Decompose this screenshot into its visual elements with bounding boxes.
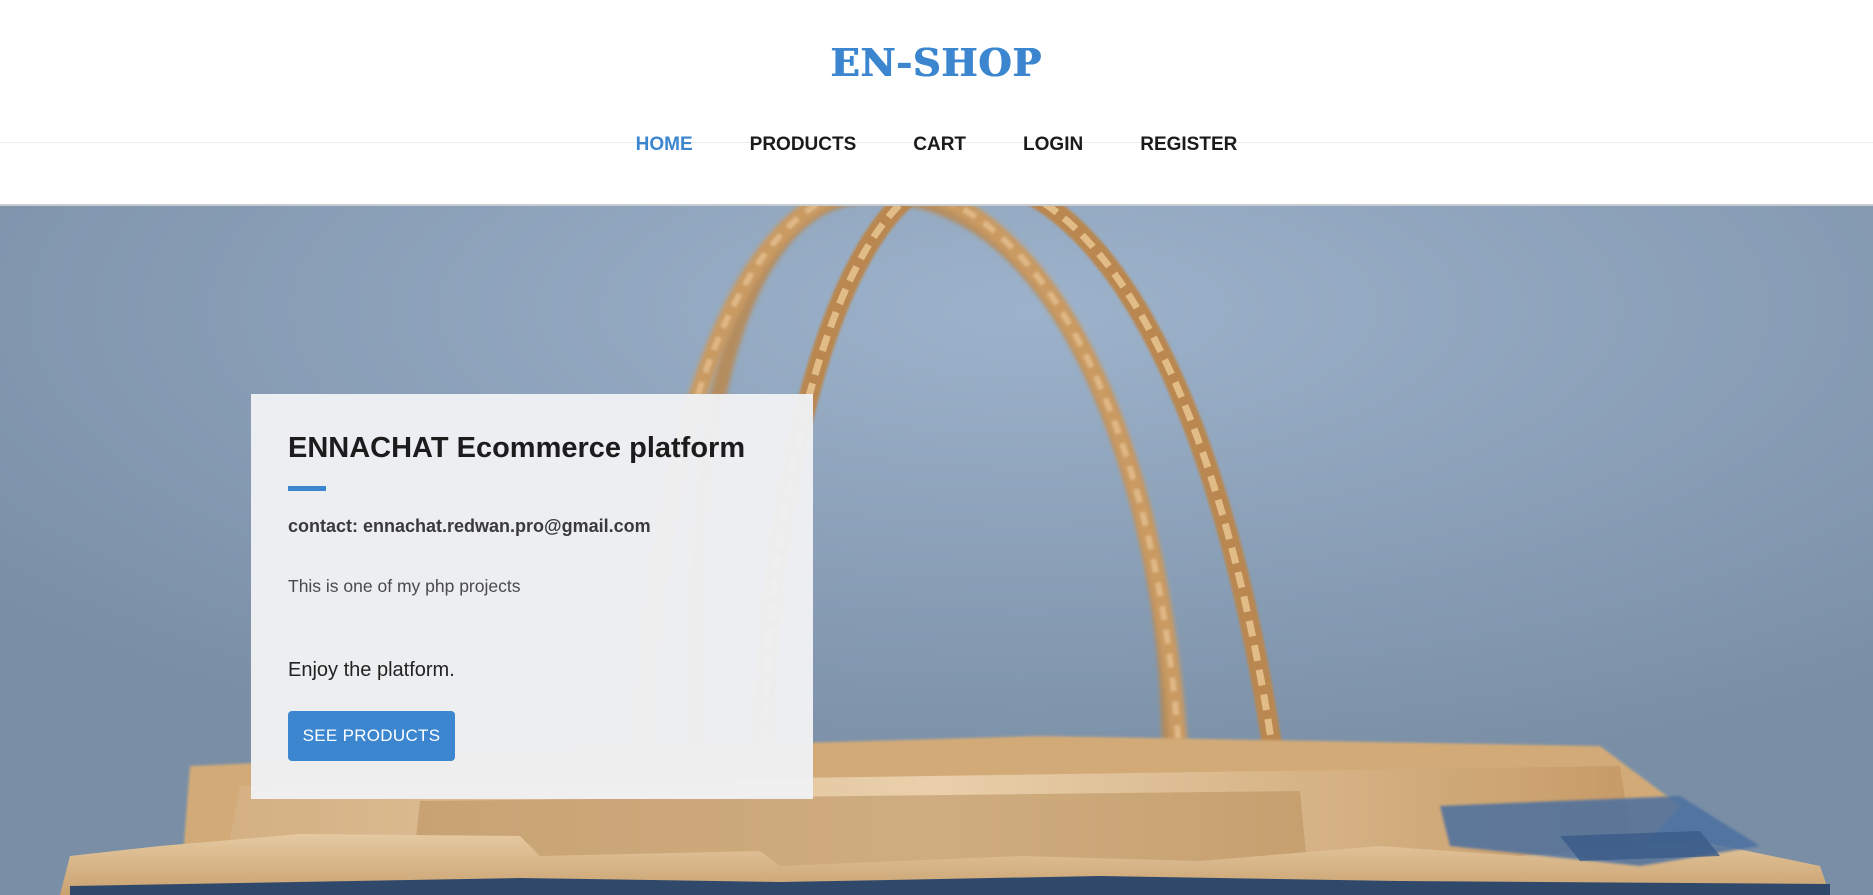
nav-item-cart[interactable]: CART — [885, 130, 995, 160]
nav-item-products[interactable]: PRODUCTS — [721, 130, 885, 160]
see-products-button[interactable]: SEE PRODUCTS — [288, 711, 455, 761]
nav-item-home[interactable]: HOME — [607, 130, 721, 160]
hero-title: ENNACHAT Ecommerce platform — [288, 432, 746, 464]
hero-description: This is one of my php projects — [288, 576, 521, 596]
main-nav: HOME PRODUCTS CART LOGIN REGISTER — [0, 130, 1873, 160]
hero-banner: ENNACHAT Ecommerce platform contact: enn… — [0, 206, 1873, 895]
hero-card: ENNACHAT Ecommerce platform contact: enn… — [251, 394, 813, 799]
contact-email: contact: ennachat.redwan.pro@gmail.com — [288, 516, 651, 536]
nav-item-login[interactable]: LOGIN — [995, 130, 1112, 160]
site-logo[interactable]: EN-SHOP — [0, 40, 1873, 85]
title-accent-bar — [288, 486, 326, 491]
site-header: EN-SHOP HOME PRODUCTS CART LOGIN REGISTE… — [0, 0, 1873, 206]
nav-item-register[interactable]: REGISTER — [1112, 130, 1266, 160]
hero-tagline: Enjoy the platform. — [288, 659, 455, 681]
